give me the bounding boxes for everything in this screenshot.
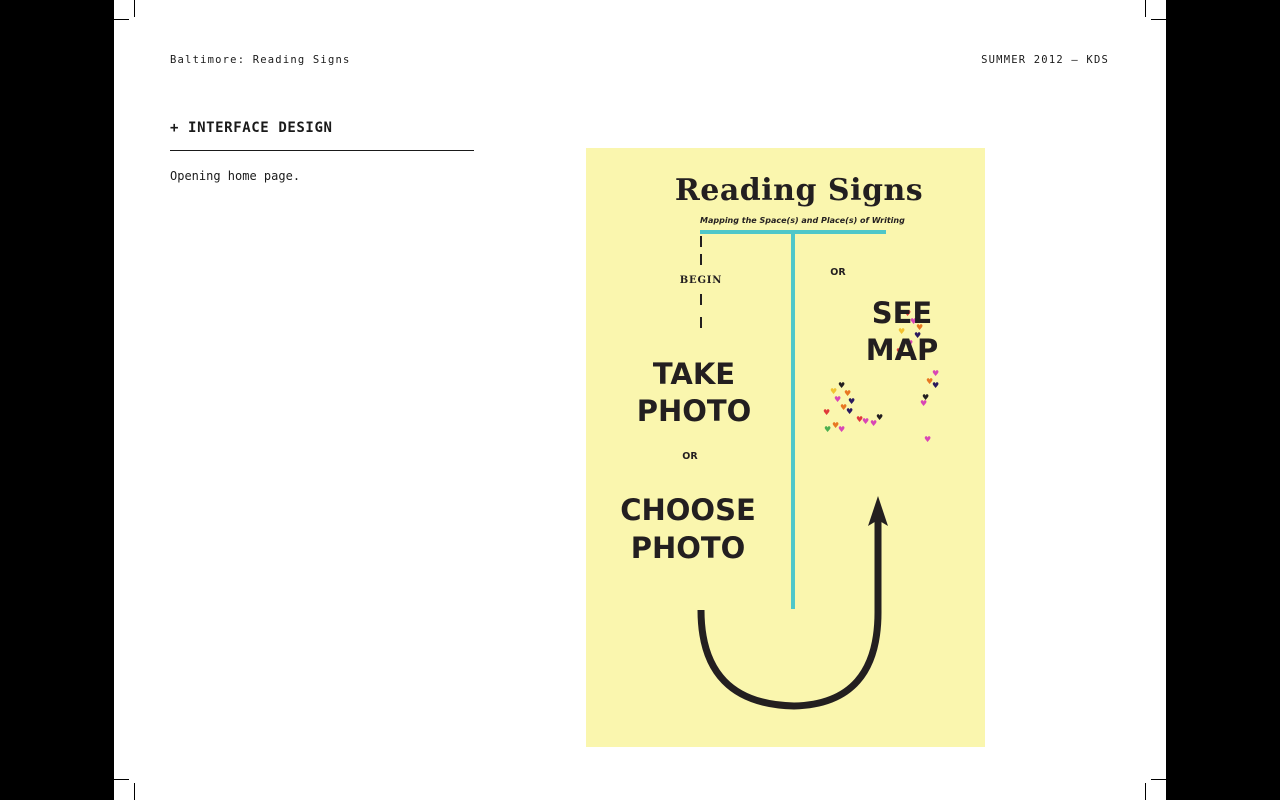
section-caption: Opening home page. bbox=[170, 169, 301, 183]
crop-mark bbox=[1151, 779, 1166, 780]
crop-mark bbox=[134, 783, 135, 800]
app-subtitle: Mapping the Space(s) and Place(s) of Wri… bbox=[700, 216, 905, 225]
take-photo-label: PHOTO bbox=[636, 394, 752, 428]
heart-icon: ♥ bbox=[920, 399, 927, 408]
or-label: OR bbox=[830, 267, 846, 278]
crop-mark bbox=[1151, 19, 1166, 20]
mockup-graphics: ♥ ♥ ♥ ♥ ♥ ♥ ♥ ♥ ♥ ♥ ♥ ♥ ♥ ♥ ♥ ♥ ♥ ♥ ♥ ♥ bbox=[697, 230, 939, 710]
heart-icon: ♥ bbox=[924, 435, 931, 444]
crop-mark bbox=[134, 0, 135, 17]
choose-photo-label: CHOOSE bbox=[620, 493, 756, 527]
heart-icon: ♥ bbox=[848, 397, 855, 406]
heart-icon: ♥ bbox=[838, 425, 845, 434]
crop-mark bbox=[1145, 783, 1146, 800]
take-photo-label: TAKE bbox=[652, 357, 736, 391]
heart-icon: ♥ bbox=[824, 425, 831, 434]
section-divider bbox=[170, 150, 474, 151]
teal-vertical-bar bbox=[791, 232, 795, 609]
crop-mark bbox=[114, 19, 129, 20]
crop-mark bbox=[114, 779, 129, 780]
choose-photo-label: PHOTO bbox=[630, 531, 746, 565]
crop-mark bbox=[1145, 0, 1146, 17]
app-home-mockup: ♥ ♥ ♥ ♥ ♥ ♥ ♥ ♥ ♥ ♥ ♥ ♥ ♥ ♥ ♥ ♥ ♥ ♥ ♥ ♥ bbox=[586, 148, 985, 747]
see-map-button[interactable]: SEE MAP bbox=[852, 295, 952, 369]
section-title: + INTERFACE DESIGN bbox=[170, 120, 333, 136]
heart-icon: ♥ bbox=[862, 417, 869, 426]
see-map-label: MAP bbox=[865, 333, 939, 367]
heart-icon: ♥ bbox=[823, 408, 830, 417]
begin-label: BEGIN bbox=[679, 275, 723, 286]
running-header-title: Baltimore: Reading Signs bbox=[170, 54, 351, 66]
see-map-label: SEE bbox=[871, 296, 933, 330]
heart-icon: ♥ bbox=[932, 381, 939, 390]
document-page: Baltimore: Reading Signs SUMMER 2012 – K… bbox=[114, 0, 1166, 800]
or-label: OR bbox=[682, 451, 698, 462]
choose-photo-button[interactable]: CHOOSE PHOTO bbox=[608, 491, 768, 567]
app-title: Reading Signs bbox=[674, 173, 924, 208]
heart-icon: ♥ bbox=[846, 407, 853, 416]
take-photo-button[interactable]: TAKE PHOTO bbox=[620, 356, 768, 430]
running-header-date: SUMMER 2012 – KDS bbox=[981, 54, 1109, 66]
heart-icon: ♥ bbox=[870, 419, 877, 428]
